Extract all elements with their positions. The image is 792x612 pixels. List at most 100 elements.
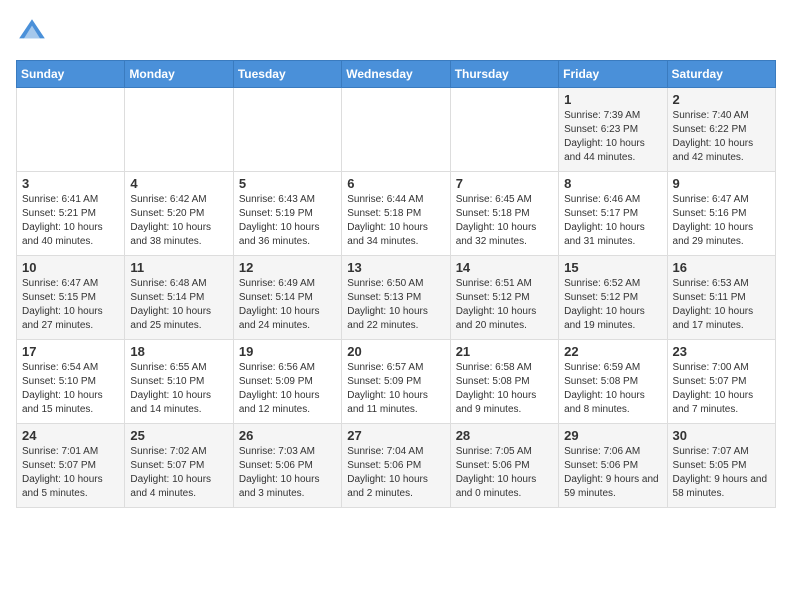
calendar-cell: 24 Sunrise: 7:01 AM Sunset: 5:07 PM Dayli… <box>17 424 125 508</box>
calendar-cell: 27Sunrise: 7:04 AM Sunset: 5:06 PM Dayli… <box>342 424 450 508</box>
day-number: 13 <box>347 260 444 275</box>
week-row-3: 10Sunrise: 6:47 AM Sunset: 5:15 PM Dayli… <box>17 256 776 340</box>
day-number: 15 <box>564 260 661 275</box>
weekday-header-thursday: Thursday <box>450 61 558 88</box>
day-info: Sunrise: 7:39 AM Sunset: 6:23 PM Dayligh… <box>564 109 661 165</box>
calendar-cell: 11 Sunrise: 6:48 AM Sunset: 5:14 PM Dayli… <box>125 256 233 340</box>
weekday-header-wednesday: Wednesday <box>342 61 450 88</box>
day-info: Sunrise: 6:57 AM Sunset: 5:09 PM Dayligh… <box>347 361 444 417</box>
calendar-cell: 30 Sunrise: 7:07 AM Sunset: 5:05 PM Dayli… <box>667 424 775 508</box>
day-number: 1 <box>564 92 661 107</box>
calendar-cell: 15 Sunrise: 6:52 AM Sunset: 5:12 PM Dayli… <box>559 256 667 340</box>
day-number: 23 <box>673 344 770 359</box>
calendar-cell: 14 Sunrise: 6:51 AM Sunset: 5:12 PM Dayli… <box>450 256 558 340</box>
calendar-cell: 10Sunrise: 6:47 AM Sunset: 5:15 PM Dayli… <box>17 256 125 340</box>
calendar-cell <box>125 88 233 172</box>
day-info: Sunrise: 7:40 AM Sunset: 6:22 PM Dayligh… <box>673 109 770 165</box>
day-info: Sunrise: 7:03 AM Sunset: 5:06 PM Dayligh… <box>239 445 336 501</box>
week-row-5: 24 Sunrise: 7:01 AM Sunset: 5:07 PM Dayli… <box>17 424 776 508</box>
day-number: 28 <box>456 428 553 443</box>
calendar-cell: 4Sunrise: 6:42 AM Sunset: 5:20 PM Daylig… <box>125 172 233 256</box>
day-number: 18 <box>130 344 227 359</box>
calendar-cell: 12 Sunrise: 6:49 AM Sunset: 5:14 PM Dayli… <box>233 256 341 340</box>
weekday-header-tuesday: Tuesday <box>233 61 341 88</box>
day-number: 20 <box>347 344 444 359</box>
day-number: 16 <box>673 260 770 275</box>
day-number: 3 <box>22 176 119 191</box>
day-info: Sunrise: 7:07 AM Sunset: 5:05 PM Dayligh… <box>673 445 770 501</box>
calendar-cell: 19 Sunrise: 6:56 AM Sunset: 5:09 PM Dayli… <box>233 340 341 424</box>
day-number: 29 <box>564 428 661 443</box>
calendar-cell: 29 Sunrise: 7:06 AM Sunset: 5:06 PM Dayli… <box>559 424 667 508</box>
calendar-cell <box>342 88 450 172</box>
day-number: 19 <box>239 344 336 359</box>
calendar-cell: 17Sunrise: 6:54 AM Sunset: 5:10 PM Dayli… <box>17 340 125 424</box>
calendar-cell: 18 Sunrise: 6:55 AM Sunset: 5:10 PM Dayli… <box>125 340 233 424</box>
day-info: Sunrise: 6:48 AM Sunset: 5:14 PM Dayligh… <box>130 277 227 333</box>
calendar-cell: 9 Sunrise: 6:47 AM Sunset: 5:16 PM Daylig… <box>667 172 775 256</box>
weekday-header-monday: Monday <box>125 61 233 88</box>
logo <box>16 16 52 48</box>
day-number: 10 <box>22 260 119 275</box>
day-number: 9 <box>673 176 770 191</box>
day-number: 12 <box>239 260 336 275</box>
calendar-table: SundayMondayTuesdayWednesdayThursdayFrid… <box>16 60 776 508</box>
day-info: Sunrise: 6:45 AM Sunset: 5:18 PM Dayligh… <box>456 193 553 249</box>
day-info: Sunrise: 6:42 AM Sunset: 5:20 PM Dayligh… <box>130 193 227 249</box>
day-number: 21 <box>456 344 553 359</box>
calendar-cell <box>233 88 341 172</box>
calendar-cell: 1 Sunrise: 7:39 AM Sunset: 6:23 PM Daylig… <box>559 88 667 172</box>
calendar-cell: 23 Sunrise: 7:00 AM Sunset: 5:07 PM Dayli… <box>667 340 775 424</box>
day-info: Sunrise: 6:55 AM Sunset: 5:10 PM Dayligh… <box>130 361 227 417</box>
day-info: Sunrise: 6:47 AM Sunset: 5:16 PM Dayligh… <box>673 193 770 249</box>
logo-icon <box>16 16 48 48</box>
day-info: Sunrise: 6:50 AM Sunset: 5:13 PM Dayligh… <box>347 277 444 333</box>
day-info: Sunrise: 7:01 AM Sunset: 5:07 PM Dayligh… <box>22 445 119 501</box>
day-number: 5 <box>239 176 336 191</box>
calendar-cell <box>450 88 558 172</box>
page-header <box>16 16 776 48</box>
weekday-header-row: SundayMondayTuesdayWednesdayThursdayFrid… <box>17 61 776 88</box>
day-info: Sunrise: 7:05 AM Sunset: 5:06 PM Dayligh… <box>456 445 553 501</box>
week-row-2: 3 Sunrise: 6:41 AM Sunset: 5:21 PM Daylig… <box>17 172 776 256</box>
day-number: 6 <box>347 176 444 191</box>
day-info: Sunrise: 7:06 AM Sunset: 5:06 PM Dayligh… <box>564 445 661 501</box>
day-info: Sunrise: 6:46 AM Sunset: 5:17 PM Dayligh… <box>564 193 661 249</box>
day-info: Sunrise: 6:52 AM Sunset: 5:12 PM Dayligh… <box>564 277 661 333</box>
week-row-1: 1 Sunrise: 7:39 AM Sunset: 6:23 PM Daylig… <box>17 88 776 172</box>
calendar-cell: 13 Sunrise: 6:50 AM Sunset: 5:13 PM Dayli… <box>342 256 450 340</box>
day-info: Sunrise: 7:00 AM Sunset: 5:07 PM Dayligh… <box>673 361 770 417</box>
day-info: Sunrise: 6:59 AM Sunset: 5:08 PM Dayligh… <box>564 361 661 417</box>
day-info: Sunrise: 6:43 AM Sunset: 5:19 PM Dayligh… <box>239 193 336 249</box>
day-info: Sunrise: 6:51 AM Sunset: 5:12 PM Dayligh… <box>456 277 553 333</box>
day-number: 8 <box>564 176 661 191</box>
calendar-cell: 6Sunrise: 6:44 AM Sunset: 5:18 PM Daylig… <box>342 172 450 256</box>
day-number: 30 <box>673 428 770 443</box>
calendar-cell: 20 Sunrise: 6:57 AM Sunset: 5:09 PM Dayli… <box>342 340 450 424</box>
day-info: Sunrise: 6:49 AM Sunset: 5:14 PM Dayligh… <box>239 277 336 333</box>
day-number: 26 <box>239 428 336 443</box>
calendar-cell: 8 Sunrise: 6:46 AM Sunset: 5:17 PM Daylig… <box>559 172 667 256</box>
weekday-header-saturday: Saturday <box>667 61 775 88</box>
day-info: Sunrise: 6:56 AM Sunset: 5:09 PM Dayligh… <box>239 361 336 417</box>
calendar-cell: 28 Sunrise: 7:05 AM Sunset: 5:06 PM Dayli… <box>450 424 558 508</box>
day-info: Sunrise: 6:58 AM Sunset: 5:08 PM Dayligh… <box>456 361 553 417</box>
day-number: 27 <box>347 428 444 443</box>
day-number: 22 <box>564 344 661 359</box>
day-info: Sunrise: 6:53 AM Sunset: 5:11 PM Dayligh… <box>673 277 770 333</box>
day-number: 7 <box>456 176 553 191</box>
day-number: 14 <box>456 260 553 275</box>
calendar-cell: 22 Sunrise: 6:59 AM Sunset: 5:08 PM Dayli… <box>559 340 667 424</box>
day-info: Sunrise: 6:41 AM Sunset: 5:21 PM Dayligh… <box>22 193 119 249</box>
day-number: 17 <box>22 344 119 359</box>
day-number: 25 <box>130 428 227 443</box>
calendar-cell: 16 Sunrise: 6:53 AM Sunset: 5:11 PM Dayli… <box>667 256 775 340</box>
calendar-cell: 7 Sunrise: 6:45 AM Sunset: 5:18 PM Daylig… <box>450 172 558 256</box>
calendar-cell: 3 Sunrise: 6:41 AM Sunset: 5:21 PM Daylig… <box>17 172 125 256</box>
weekday-header-friday: Friday <box>559 61 667 88</box>
calendar-cell <box>17 88 125 172</box>
day-number: 24 <box>22 428 119 443</box>
day-number: 11 <box>130 260 227 275</box>
day-number: 2 <box>673 92 770 107</box>
week-row-4: 17Sunrise: 6:54 AM Sunset: 5:10 PM Dayli… <box>17 340 776 424</box>
